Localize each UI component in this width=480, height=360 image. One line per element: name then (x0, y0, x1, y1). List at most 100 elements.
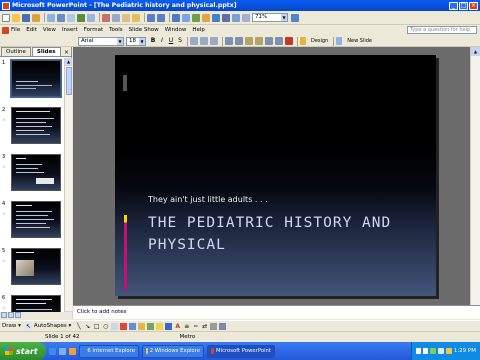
taskbar-button-internet-explorer[interactable]: 6 Internet Explore (79, 344, 139, 358)
scrollbar-thumb[interactable] (66, 67, 72, 95)
diagram-icon[interactable] (129, 322, 137, 330)
scroll-up-icon[interactable]: ▲ (65, 58, 72, 66)
design-button[interactable]: Design (311, 38, 328, 44)
menu-window[interactable]: Window (165, 27, 187, 33)
rectangle-icon[interactable]: □ (93, 323, 100, 330)
close-icon[interactable]: × (64, 49, 69, 56)
select-objects-icon[interactable]: ↖ (24, 322, 32, 330)
shadow-style-icon[interactable] (210, 322, 218, 330)
help-search-input[interactable]: Type a question for help (407, 26, 477, 34)
slide-thumbnail[interactable]: 3 ☆ (2, 154, 62, 199)
scroll-up-icon[interactable]: ▲ (471, 47, 480, 56)
line-style-icon[interactable]: ≡ (183, 323, 190, 330)
dash-style-icon[interactable]: ┅ (192, 323, 199, 330)
design-icon[interactable] (300, 37, 306, 45)
font-size-combo[interactable]: 18 ▼ (126, 36, 146, 46)
menu-help[interactable]: Help (192, 27, 205, 33)
open-icon[interactable] (12, 13, 20, 22)
help-icon[interactable] (291, 13, 299, 22)
menu-format[interactable]: Format (84, 27, 103, 33)
redo-icon[interactable] (157, 13, 165, 22)
slide-title[interactable]: The Pediatric History and Physical (148, 212, 428, 256)
italic-button[interactable]: I (158, 37, 166, 45)
new-slide-icon[interactable] (336, 37, 343, 45)
email-icon[interactable] (47, 13, 55, 22)
arrow-icon[interactable]: ↘ (84, 323, 91, 330)
powerpoint-app-icon[interactable] (2, 1, 10, 10)
taskbar-button-powerpoint[interactable]: Microsoft PowerPoint (207, 344, 275, 358)
slide-scrollbar[interactable]: ▲ (470, 47, 480, 305)
menu-view[interactable]: View (43, 27, 56, 33)
slide-thumbnail[interactable]: 4 ☆ (2, 201, 62, 246)
slide-thumbnail[interactable]: 2 ☆ (2, 107, 62, 152)
research-icon[interactable] (87, 13, 95, 22)
print-icon[interactable] (57, 13, 65, 22)
font-combo[interactable]: Arial ▼ (78, 36, 124, 46)
format-painter-icon[interactable] (132, 13, 140, 22)
menu-tools[interactable]: Tools (109, 27, 123, 33)
decrease-indent-icon[interactable] (265, 37, 273, 45)
current-slide[interactable]: They ain't just little adults . . . The … (115, 55, 436, 296)
new-icon[interactable] (2, 13, 10, 22)
increase-font-icon[interactable] (245, 37, 253, 45)
zoom-combo[interactable]: 71% ▼ (252, 13, 288, 22)
show-formatting-icon[interactable] (222, 13, 230, 22)
font-color-icon[interactable]: A (174, 323, 181, 330)
chevron-down-icon[interactable]: ▼ (117, 37, 123, 45)
close-button[interactable]: × (469, 1, 478, 10)
pause-icon[interactable] (415, 348, 421, 354)
hyperlink-icon[interactable] (172, 13, 180, 22)
numbering-icon[interactable] (225, 37, 233, 45)
chart-icon[interactable] (192, 13, 200, 22)
3d-style-icon[interactable] (219, 322, 227, 330)
bullets-icon[interactable] (235, 37, 243, 45)
notes-pane[interactable]: Click to add notes (73, 305, 480, 319)
copy-icon[interactable] (112, 13, 120, 22)
increase-indent-icon[interactable] (275, 37, 283, 45)
slide-show-view-icon[interactable] (15, 312, 21, 318)
decrease-font-icon[interactable] (255, 37, 263, 45)
color-grayscale-icon[interactable] (242, 13, 250, 22)
autoshapes-menu-button[interactable]: AutoShapes ▾ (34, 323, 71, 329)
menu-file[interactable]: File (11, 27, 20, 33)
tray-volume-icon[interactable] (437, 348, 444, 354)
arrow-style-icon[interactable]: ⇄ (201, 323, 208, 330)
expand-all-icon[interactable] (212, 13, 220, 22)
table-icon[interactable] (182, 13, 190, 22)
notes-placeholder[interactable]: Click to add notes (73, 306, 480, 318)
taskbar-button-windows-explorer[interactable]: 2 Windows Explore (142, 344, 204, 358)
thumbnails-scrollbar[interactable]: ▲ ▼ (64, 58, 73, 319)
underline-button[interactable]: U (167, 37, 175, 45)
quick-launch-media-icon[interactable] (69, 347, 76, 355)
document-icon[interactable] (2, 26, 9, 34)
align-left-icon[interactable] (190, 37, 198, 45)
menu-insert[interactable]: Insert (62, 27, 78, 33)
menu-slide-show[interactable]: Slide Show (129, 27, 159, 33)
grid-icon[interactable] (232, 13, 240, 22)
fill-color-icon[interactable] (156, 322, 164, 330)
tray-network-icon[interactable] (429, 348, 436, 354)
undo-icon[interactable] (147, 13, 155, 22)
oval-icon[interactable]: ○ (102, 323, 109, 330)
minimize-button[interactable]: _ (449, 1, 458, 10)
normal-view-icon[interactable] (1, 312, 7, 318)
bold-button[interactable]: B (149, 37, 157, 45)
clip-art-icon[interactable] (138, 322, 146, 330)
line-color-icon[interactable] (165, 322, 173, 330)
chevron-down-icon[interactable]: ▼ (139, 37, 145, 45)
text-box-icon[interactable] (111, 322, 119, 330)
stop-icon[interactable] (422, 348, 428, 354)
slide-thumbnail[interactable]: 1 (2, 59, 62, 105)
quick-launch-ie-icon[interactable] (49, 347, 56, 355)
tab-slides[interactable]: Slides (31, 47, 61, 56)
quick-launch-desktop-icon[interactable] (59, 347, 66, 355)
slide-subtitle[interactable]: They ain't just little adults . . . (148, 195, 268, 204)
print-preview-icon[interactable] (67, 13, 75, 22)
paste-icon[interactable] (122, 13, 130, 22)
chevron-down-icon[interactable]: ▼ (281, 14, 287, 21)
tab-outline[interactable]: Outline (1, 47, 31, 56)
insert-picture-icon[interactable] (202, 13, 210, 22)
menu-edit[interactable]: Edit (26, 27, 37, 33)
save-icon[interactable] (22, 13, 30, 22)
picture-icon[interactable] (147, 322, 155, 330)
